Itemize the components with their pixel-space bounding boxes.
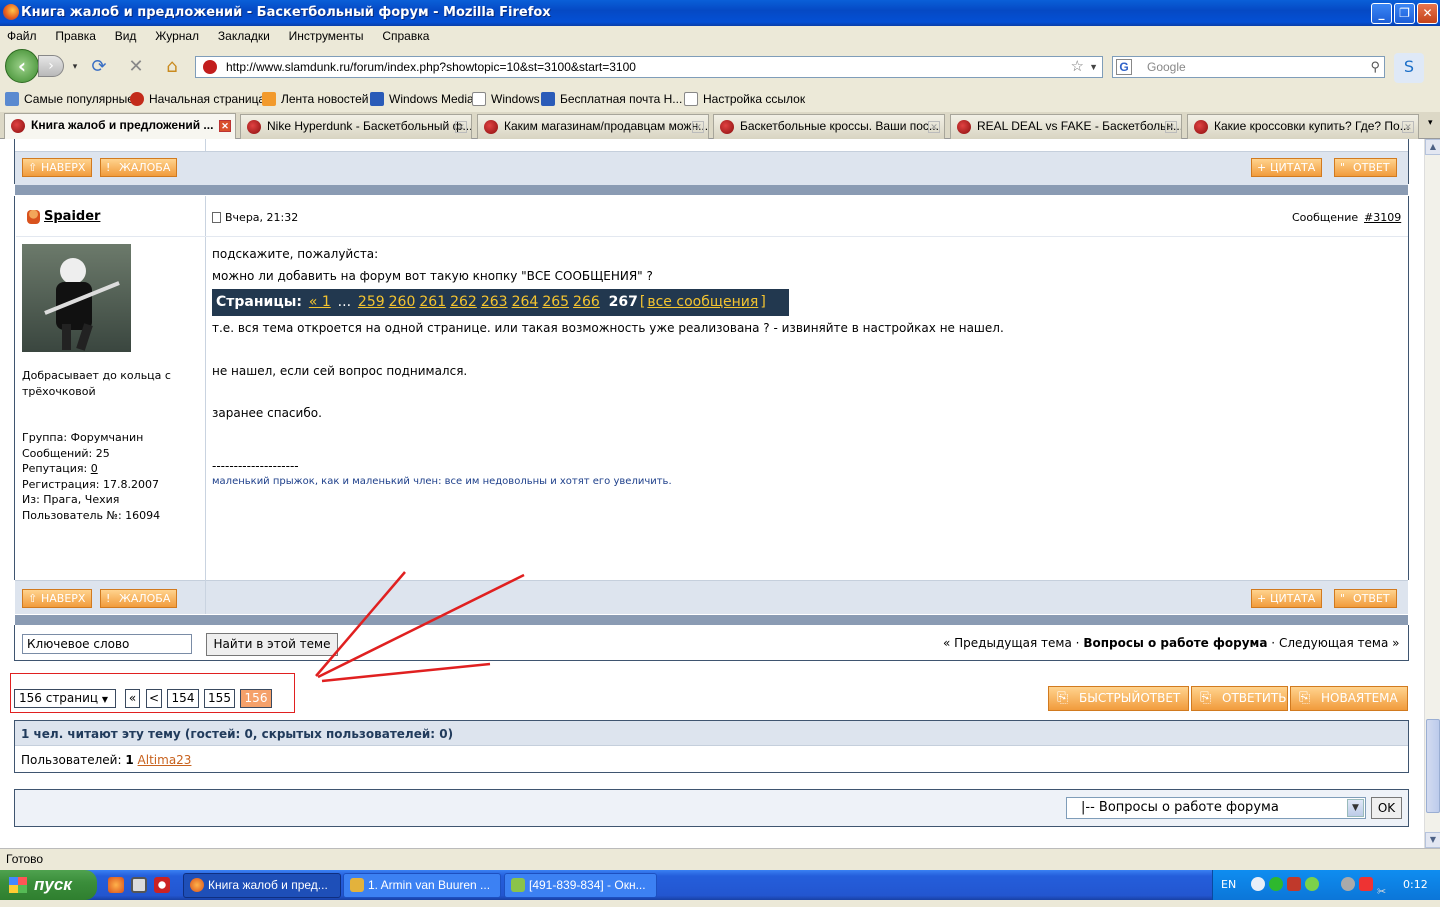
start-button[interactable]: пуск xyxy=(0,870,97,900)
new-topic-button[interactable]: ⎘ НОВАЯТЕМА xyxy=(1290,686,1408,711)
desktop-quicklaunch-icon[interactable] xyxy=(131,877,147,893)
antivirus-icon[interactable] xyxy=(1287,877,1301,891)
windows-logo-icon xyxy=(9,877,27,893)
network-icon[interactable] xyxy=(1341,877,1355,891)
firefox-window: Книга жалоб и предложений - Баскетбольны… xyxy=(0,0,1440,870)
scroll-thumb[interactable] xyxy=(1426,719,1440,813)
tools-icon[interactable]: ✂ xyxy=(1377,877,1391,898)
scroll-up-icon[interactable]: ▲ xyxy=(1425,139,1440,155)
taskbar: пуск Книга жалоб и пред... 1. Armin van … xyxy=(0,870,1440,900)
page-plus-icon: ⎘ xyxy=(1200,690,1212,706)
chat-window-icon xyxy=(511,878,525,892)
pages-dropdown[interactable]: 156 страниц ▼ xyxy=(14,689,116,708)
tray-hide-icon[interactable] xyxy=(1251,877,1265,891)
forum-jump-select[interactable]: |-- Вопросы о работе форума ▼ xyxy=(1066,797,1366,819)
dropdown-arrow-icon: ▼ xyxy=(101,695,109,704)
pager-prev[interactable]: < xyxy=(146,689,162,708)
language-indicator[interactable]: EN xyxy=(1221,870,1236,900)
status-text: Готово xyxy=(6,852,44,866)
firefox-quicklaunch-icon[interactable] xyxy=(108,877,124,893)
active-users-box: 1 чел. читают эту тему (гостей: 0, скрыт… xyxy=(14,720,1409,773)
readers-users: Пользователей: 1 Altima23 xyxy=(21,753,192,767)
mail-agent-icon[interactable] xyxy=(1269,877,1283,891)
pager-first[interactable]: « xyxy=(125,689,140,708)
task-icq[interactable]: [491-839-834] - Окн... xyxy=(504,873,657,898)
new-page-icon: ⎘ xyxy=(1299,690,1311,706)
scroll-down-icon[interactable]: ▼ xyxy=(1425,832,1440,848)
user-link[interactable]: Altima23 xyxy=(138,753,192,767)
page-arrow-icon: ⎘ xyxy=(1057,690,1069,706)
pager-page-154[interactable]: 154 xyxy=(167,689,199,708)
system-tray: EN ✂ 0:12 xyxy=(1212,870,1440,900)
pager-page-155[interactable]: 155 xyxy=(204,689,235,708)
task-winamp[interactable]: 1. Armin van Buuren ... xyxy=(343,873,501,898)
firefox-icon xyxy=(190,878,204,892)
quick-reply-button[interactable]: ⎘ БЫСТРЫЙОТВЕТ xyxy=(1048,686,1189,711)
ok-button[interactable]: OK xyxy=(1371,797,1402,819)
clock: 0:12 xyxy=(1403,878,1428,891)
pager-current-page: 156 xyxy=(240,689,272,708)
answer-button[interactable]: ⎘ ОТВЕТИТЬ xyxy=(1191,686,1288,711)
vertical-scrollbar[interactable]: ▲ ▼ xyxy=(1424,139,1440,848)
icq-icon[interactable] xyxy=(1305,877,1319,891)
winamp-icon xyxy=(350,878,364,892)
dropdown-arrow-icon[interactable]: ▼ xyxy=(1347,799,1364,817)
security-icon[interactable] xyxy=(1359,877,1373,891)
status-bar: Готово xyxy=(0,848,1440,870)
readers-summary: 1 чел. читают эту тему (гостей: 0, скрыт… xyxy=(21,727,454,741)
opera-quicklaunch-icon[interactable] xyxy=(154,877,170,893)
task-firefox[interactable]: Книга жалоб и пред... xyxy=(183,873,341,898)
